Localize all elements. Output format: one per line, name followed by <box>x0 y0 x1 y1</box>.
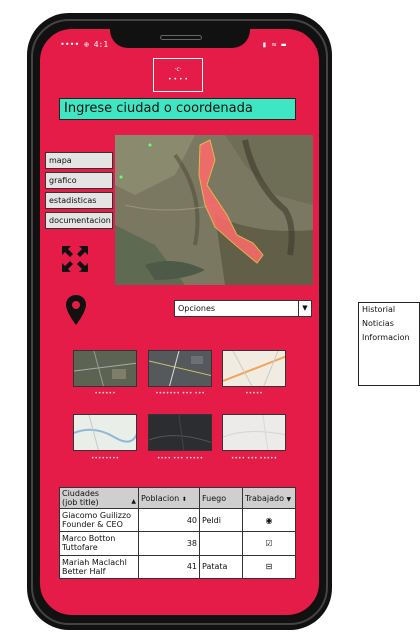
chevron-down-icon[interactable]: ▼ <box>298 301 311 316</box>
table-header-row: Ciudades (job title) ▲ Poblacion ⬍ Fuego … <box>59 487 296 509</box>
cell-fuego: Peldi <box>199 507 243 533</box>
status-time: •••• ⊕ 4:1 <box>60 40 109 49</box>
location-pin-icon[interactable] <box>66 295 86 325</box>
options-dropdown[interactable]: Opciones ▼ <box>174 300 312 317</box>
table-row[interactable]: Marco Botton Tuttofare 38 ☑ <box>59 531 296 556</box>
search-input[interactable]: Ingrese ciudad o coordenada <box>59 98 296 120</box>
table-row[interactable]: Giacomo Guilizzo Founder & CEO 40 Peldi … <box>59 507 296 533</box>
cell-poblacion: 38 <box>138 531 200 556</box>
sort-icon[interactable]: ⬍ <box>182 496 187 503</box>
map-terrain <box>115 135 313 285</box>
satellite-map[interactable] <box>115 135 313 285</box>
column-header-ciudades[interactable]: Ciudades (job title) ▲ <box>59 487 139 509</box>
cell-poblacion: 40 <box>138 507 200 533</box>
logo-line-2: • • • • <box>168 76 188 83</box>
minus-box-icon[interactable]: ⊟ <box>242 554 296 580</box>
side-menu-panel: Historial Noticias Informacion <box>358 302 420 386</box>
column-header-poblacion[interactable]: Poblacion ⬍ <box>138 487 200 509</box>
options-selected: Opciones <box>178 304 216 313</box>
cell-fuego <box>199 531 243 556</box>
sort-down-icon[interactable]: ▼ <box>287 496 292 503</box>
column-header-trabajado[interactable]: Trabajado ▼ <box>242 487 296 509</box>
phone-speaker <box>160 35 202 40</box>
sort-up-icon[interactable]: ▲ <box>131 498 136 505</box>
basemap-thumb-satellite[interactable] <box>73 350 137 387</box>
cell-fuego: Patata <box>199 554 243 580</box>
basemap-label: •••• ••• ••••• <box>156 455 204 462</box>
cell-ciudad: Giacomo Guilizzo Founder & CEO <box>59 507 139 533</box>
basemap-label: •••••• <box>94 390 116 397</box>
basemap-thumb-light[interactable] <box>222 414 286 451</box>
side-menu-informacion[interactable]: Informacion <box>362 333 410 342</box>
column-header-fuego[interactable]: Fuego <box>199 487 243 509</box>
side-menu-historial[interactable]: Historial <box>362 305 395 314</box>
cell-ciudad: Marco Botton Tuttofare <box>59 531 139 556</box>
nav-item-estadisticas[interactable]: estadisticas <box>45 192 113 209</box>
basemap-thumb-topo[interactable] <box>73 414 137 451</box>
nav-item-mapa[interactable]: mapa <box>45 152 113 169</box>
app-logo: ·c· • • • • <box>153 58 203 92</box>
basemap-label: ••••••• ••• ••• <box>155 390 205 397</box>
data-table: Ciudades (job title) ▲ Poblacion ⬍ Fuego … <box>59 487 296 580</box>
cell-poblacion: 41 <box>138 554 200 580</box>
checkbox-icon[interactable]: ☑ <box>242 531 296 556</box>
nav-item-grafico[interactable]: grafico <box>45 172 113 189</box>
side-menu-noticias[interactable]: Noticias <box>362 319 394 328</box>
status-icons: ▮ ≈ ▬ <box>262 40 287 49</box>
basemap-thumb-streets[interactable] <box>222 350 286 387</box>
basemap-label: ••••• <box>245 390 263 397</box>
basemap-thumb-dark[interactable] <box>148 414 212 451</box>
expand-icon[interactable] <box>60 244 90 274</box>
logo-line-1: ·c· <box>174 66 182 73</box>
cell-ciudad: Mariah Maclachl Better Half <box>59 554 139 580</box>
nav-item-documentacion[interactable]: documentacion <box>45 212 113 229</box>
radio-icon[interactable]: ◉ <box>242 507 296 533</box>
basemap-label: •••• ••• ••••• <box>230 455 278 462</box>
basemap-thumb-hybrid[interactable] <box>148 350 212 387</box>
basemap-label: •••••••• <box>90 455 120 462</box>
table-row[interactable]: Mariah Maclachl Better Half 41 Patata ⊟ <box>59 554 296 580</box>
